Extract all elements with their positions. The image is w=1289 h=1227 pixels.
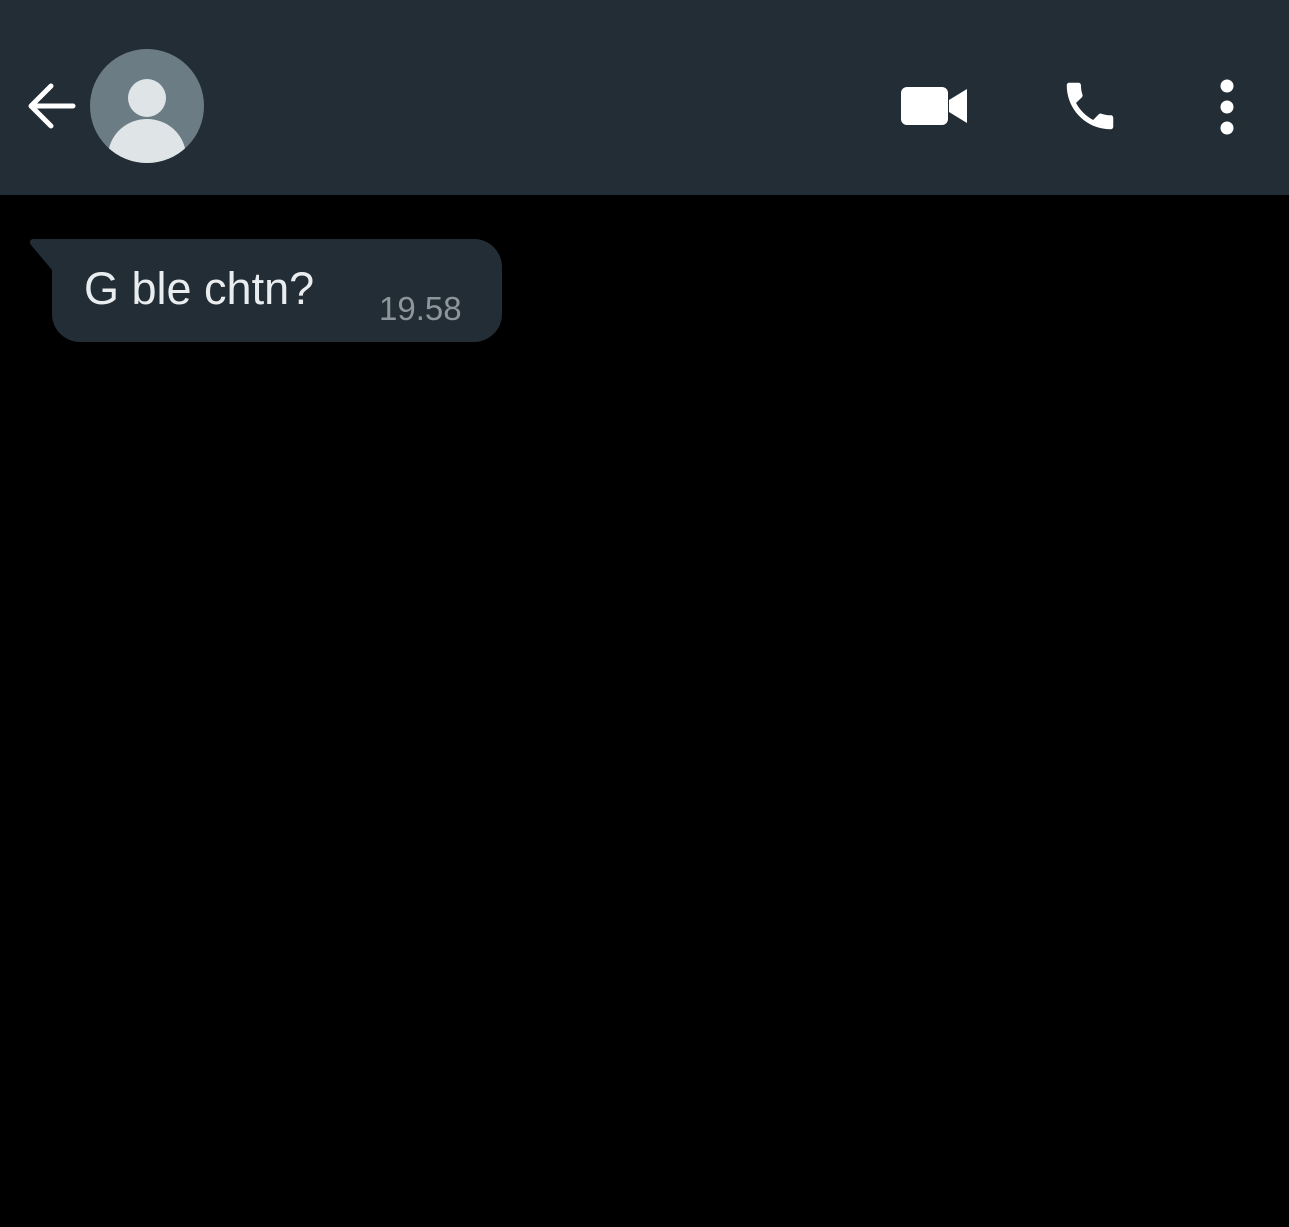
chat-header: [0, 0, 1289, 195]
phone-icon: [1066, 82, 1114, 130]
more-options-button[interactable]: [1198, 68, 1256, 144]
contact-avatar[interactable]: [90, 49, 204, 163]
message-timestamp: 19.58: [379, 290, 462, 327]
incoming-message-bubble[interactable]: G ble chtn? 19.58: [52, 239, 502, 342]
message-list: G ble chtn? 19.58: [0, 195, 1289, 1227]
message-text: G ble chtn?: [84, 263, 315, 314]
video-camera-icon: [901, 87, 967, 125]
vertical-dots-icon: [1220, 79, 1234, 135]
default-contact-avatar-icon: [108, 79, 186, 163]
arrow-left-icon: [28, 83, 76, 129]
video-call-button[interactable]: [893, 70, 975, 142]
voice-call-button[interactable]: [1052, 68, 1128, 144]
back-button[interactable]: [18, 70, 86, 142]
